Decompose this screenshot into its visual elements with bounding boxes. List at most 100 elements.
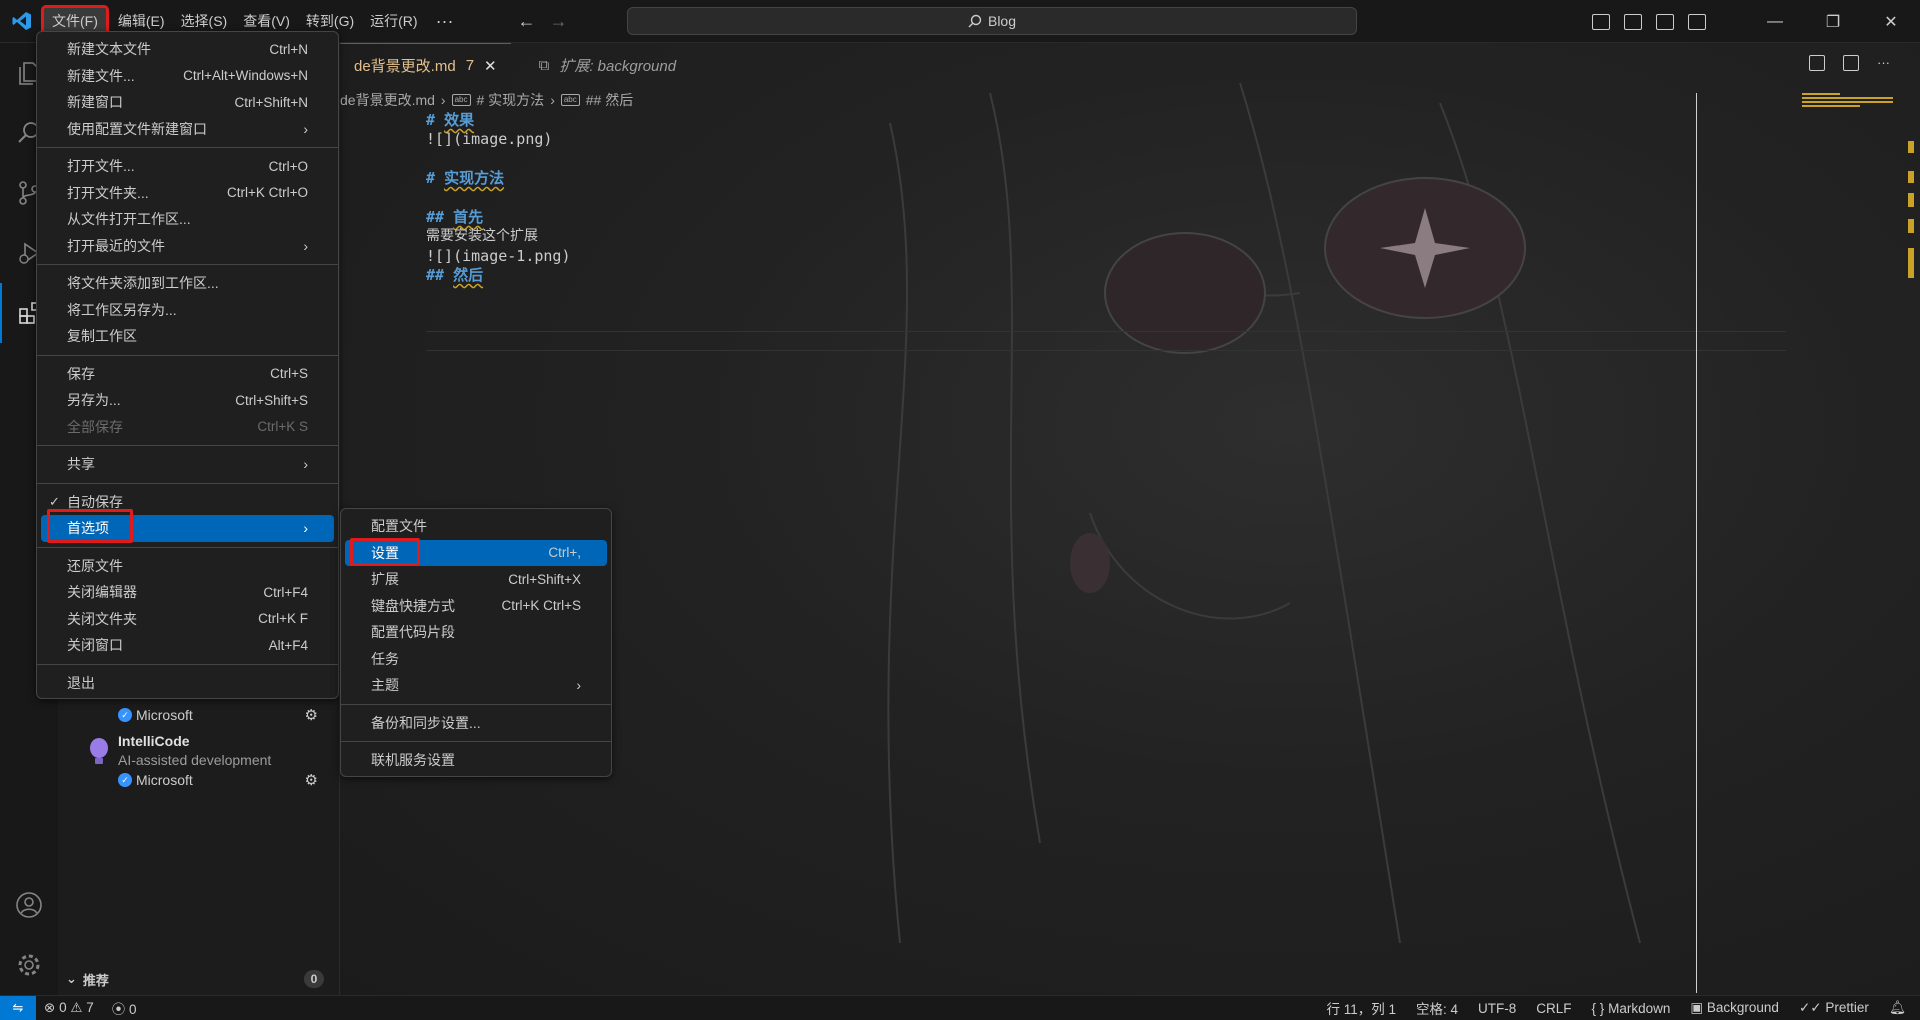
file-menu-item[interactable]: 关闭窗口 Alt+F4 [41, 632, 334, 659]
file-menu-item[interactable]: 还原文件 [41, 553, 334, 580]
open-preview-icon[interactable] [1809, 55, 1825, 71]
back-arrow-icon[interactable]: ← [518, 11, 536, 32]
breadcrumb-heading-2[interactable]: ## 然后 [586, 90, 633, 110]
minimize-button[interactable]: — [1746, 0, 1804, 43]
command-center-search[interactable]: Blog [627, 7, 1357, 35]
accounts-icon[interactable] [0, 875, 58, 935]
preferences-menu-item[interactable]: 配置文件 [345, 513, 607, 540]
toggle-secondary-sidebar-icon[interactable] [1656, 13, 1674, 30]
file-menu-item[interactable]: 打开文件夹... Ctrl+K Ctrl+O [41, 180, 334, 207]
manage-gear-icon[interactable] [0, 935, 58, 995]
restore-button[interactable]: ❐ [1804, 0, 1862, 43]
file-menu-item[interactable]: 打开文件... Ctrl+O [41, 153, 334, 180]
keybinding-label: Ctrl+O [268, 158, 308, 174]
close-window-button[interactable]: ✕ [1862, 0, 1920, 43]
file-menu-item[interactable]: 新建文件... Ctrl+Alt+Windows+N [41, 63, 334, 90]
forward-arrow-icon[interactable]: → [550, 11, 568, 32]
keybinding-label: Ctrl+K Ctrl+S [501, 598, 581, 614]
file-menu-item-label: 将文件夹添加到工作区... [67, 275, 219, 292]
file-menu-item[interactable]: 首选项 › [41, 515, 334, 542]
file-menu-item[interactable]: 另存为... Ctrl+Shift+S [41, 387, 334, 414]
preferences-menu-item[interactable]: 备份和同步设置... [345, 710, 607, 737]
end-of-line[interactable]: CRLF [1536, 1001, 1571, 1016]
menu-separator [37, 663, 338, 665]
keybinding-label: Ctrl+, [548, 545, 581, 561]
menu-separator [37, 354, 338, 356]
prettier-status[interactable]: ✓✓ Prettier [1799, 1000, 1869, 1016]
file-menu-item-label: 还原文件 [67, 557, 123, 574]
code-line: ![](image.png) [426, 130, 553, 149]
file-menu-item[interactable]: 将文件夹添加到工作区... [41, 270, 334, 297]
file-menu-item-label: 将工作区另存为... [67, 301, 177, 318]
preferences-menu-item[interactable]: 配置代码片段 [345, 619, 607, 646]
file-menu-item[interactable]: 打开最近的文件 › [41, 233, 334, 260]
file-menu-item[interactable]: 退出 [41, 670, 334, 697]
preferences-menu-item[interactable]: 任务 [345, 646, 607, 673]
menu-separator [37, 147, 338, 148]
extension-gear-icon[interactable]: ⚙ [305, 706, 318, 724]
file-menu-item-label: 打开文件夹... [67, 184, 149, 201]
keybinding-label: Ctrl+K F [258, 611, 308, 627]
cursor-position[interactable]: 行 11，列 1 [1326, 998, 1396, 1018]
file-menu-item[interactable]: 关闭编辑器 Ctrl+F4 [41, 579, 334, 606]
menu-more-icon[interactable]: ··· [426, 8, 464, 34]
search-text: Blog [987, 13, 1017, 29]
ports-indicator[interactable]: ⦿ 0 [112, 998, 137, 1018]
breadcrumb-heading-1[interactable]: # 实现方法 [477, 90, 545, 110]
file-menu-item[interactable]: ✓ 自动保存 [41, 489, 334, 516]
extension-item[interactable]: ✓ Microsoft ⚙ [78, 703, 328, 733]
customize-layout-icon[interactable] [1688, 13, 1706, 30]
tab-extension-background[interactable]: ⧉ 扩展: background [525, 43, 690, 87]
extension-gear-icon[interactable]: ⚙ [305, 771, 318, 789]
indentation[interactable]: 空格: 4 [1416, 998, 1458, 1018]
file-menu-item[interactable]: 关闭文件夹 Ctrl+K F [41, 606, 334, 633]
encoding[interactable]: UTF-8 [1478, 1001, 1516, 1016]
chevron-right-icon: › [303, 120, 308, 137]
preferences-menu-item[interactable]: 扩展 Ctrl+Shift+X [345, 566, 607, 593]
file-menu-item[interactable]: 新建窗口 Ctrl+Shift+N [41, 89, 334, 116]
file-menu-item-label: 新建文本文件 [67, 41, 151, 58]
problems-indicator[interactable]: ⊗ 0 ⚠ 7 [44, 1000, 94, 1016]
file-menu-item[interactable]: 共享 › [41, 451, 334, 478]
keybinding-label: Ctrl+F4 [263, 584, 308, 600]
file-menu-item-label: 使用配置文件新建窗口 [67, 120, 207, 137]
language-mode[interactable]: { } Markdown [1592, 1001, 1671, 1016]
preferences-menu-item[interactable]: 键盘快捷方式 Ctrl+K Ctrl+S [345, 593, 607, 620]
title-actions: — ❐ ✕ [1592, 0, 1920, 43]
search-icon [968, 14, 982, 28]
minimap[interactable] [1802, 93, 1898, 113]
toggle-panel-icon[interactable] [1624, 13, 1642, 30]
activity-bar-bottom [0, 875, 58, 995]
preferences-menu-item[interactable]: 设置 Ctrl+, [345, 539, 607, 566]
menu-run[interactable]: 运行(R) [362, 8, 425, 34]
more-actions-icon[interactable]: ··· [1877, 55, 1890, 71]
breadcrumb-file[interactable]: de背景更改.md [340, 90, 435, 110]
tab-md-file[interactable]: de背景更改.md 7 ✕ [340, 43, 511, 87]
file-menu-item-label: 关闭文件夹 [67, 610, 137, 627]
background-extension-status[interactable]: ▣ Background [1690, 1000, 1779, 1016]
scrollbar-markers[interactable] [1908, 93, 1914, 293]
file-menu-item-label: 关闭窗口 [67, 637, 123, 654]
close-tab-icon[interactable]: ✕ [484, 57, 497, 75]
file-menu-item[interactable]: 复制工作区 [41, 323, 334, 350]
file-menu-item[interactable]: 将工作区另存为... [41, 297, 334, 324]
extension-item-intellicode[interactable]: IntelliCode AI-assisted development ✓ Mi… [78, 733, 328, 793]
toggle-primary-sidebar-icon[interactable] [1592, 13, 1610, 30]
preferences-menu-item[interactable]: 主题 › [345, 672, 607, 699]
preferences-menu-item-label: 配置代码片段 [371, 624, 455, 641]
code-content[interactable]: # 效果 ![](image.png) # 实现方法 ## 首先 需要安装这个扩… [426, 111, 571, 286]
file-menu-item[interactable]: 保存 Ctrl+S [41, 361, 334, 388]
keybinding-label: Ctrl+Shift+S [235, 392, 308, 408]
file-menu-item[interactable]: 使用配置文件新建窗口 › [41, 116, 334, 143]
file-menu-item[interactable]: 从文件打开工作区... [41, 206, 334, 233]
file-menu-item[interactable]: 新建文本文件 Ctrl+N [41, 36, 334, 63]
recommended-section-header[interactable]: ⌄ 推荐 0 [58, 968, 340, 990]
file-menu-item[interactable]: 全部保存 Ctrl+K S [41, 414, 334, 441]
chevron-right-icon: › [440, 92, 446, 108]
file-menu-item-label: 打开文件... [67, 158, 135, 175]
notifications-bell-icon[interactable]: 🔔︎ [1889, 1000, 1906, 1016]
preferences-menu-item[interactable]: 联机服务设置 [345, 747, 607, 774]
preferences-menu-item-label: 设置 [371, 544, 399, 561]
remote-indicator-icon[interactable]: ⇋ [0, 995, 36, 1020]
split-editor-icon[interactable] [1843, 55, 1859, 71]
